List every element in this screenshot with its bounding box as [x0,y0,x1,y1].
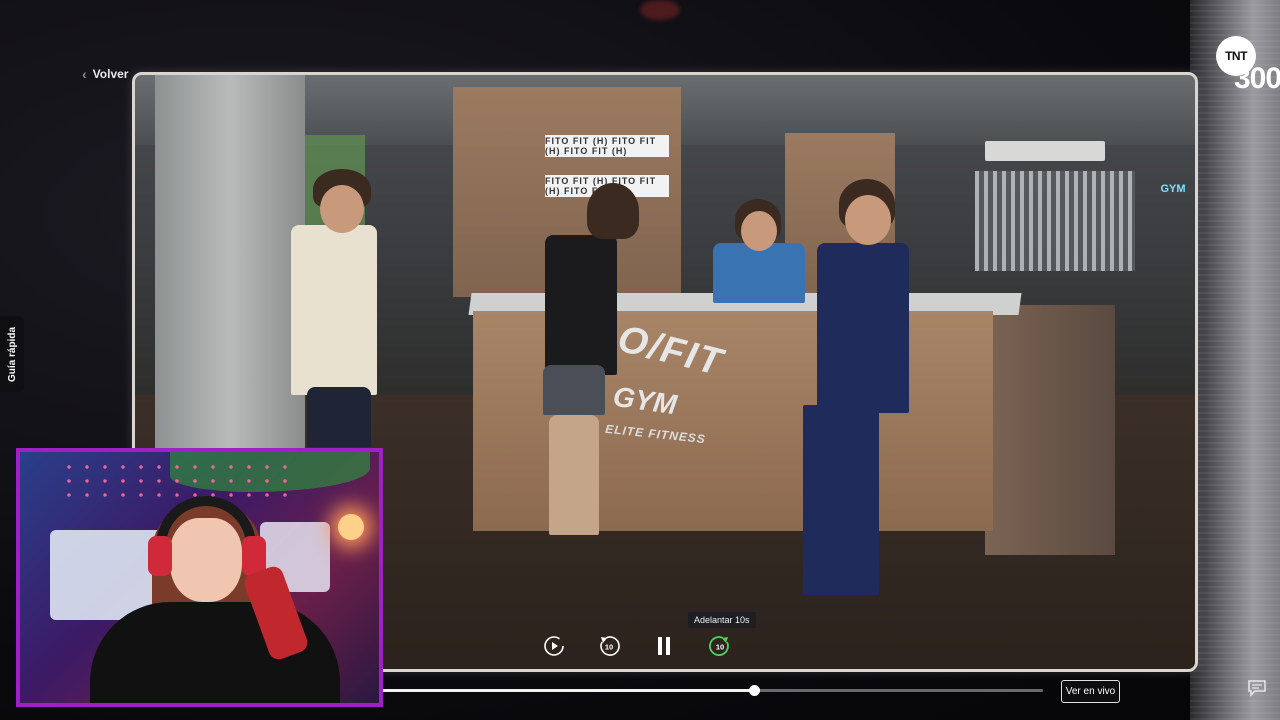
scene-sign: FITO FIT (H) FITO FIT (H) FITO FIT (H) [545,135,669,157]
channel-number: 300 [1234,62,1280,95]
scene-person-head [741,211,777,251]
scene-person [817,243,909,413]
rewind-seconds: 10 [605,643,613,652]
chat-icon[interactable] [1247,679,1267,697]
scene-person-head [845,195,891,245]
scene-person-head [320,185,364,233]
chevron-left-icon: ‹ [82,66,87,82]
scene-person [307,387,371,447]
scene-counter-side [985,305,1115,555]
restart-button[interactable] [540,632,568,660]
scene-person-hair [587,183,639,239]
forward-10-icon: 10 [709,636,729,656]
background-glow [640,0,680,20]
progress-bar[interactable] [320,685,1043,696]
forward-seconds: 10 [716,643,724,652]
pause-icon [658,637,670,655]
scene-person [543,365,605,415]
pause-button[interactable] [650,632,678,660]
headset-earcup [148,536,172,576]
scene-pillar [155,75,305,455]
rewind-10-icon: 10 [600,636,620,656]
watch-live-button[interactable]: Ver en vivo [1061,680,1120,703]
scene-person [291,225,377,395]
scene-air-conditioner [985,141,1105,161]
webcam-streamer-body [90,602,340,703]
forward-10-button[interactable]: 10 [706,632,734,660]
scene-person [803,405,879,595]
quick-guide-label: Guía rápida [6,326,18,382]
scene-person [713,243,805,303]
progress-knob[interactable] [748,685,760,696]
scene-person [549,415,599,535]
scene-blinds [975,171,1135,271]
back-label: Volver [92,67,129,81]
webcam-overlay [16,448,383,707]
scene-person [545,235,617,375]
webcam-string-lights [60,460,300,500]
forward-tooltip: Adelantar 10s [688,612,756,628]
scene-neon-sign: GYM [1160,183,1186,195]
progress-fill [320,689,754,692]
quick-guide-tab[interactable]: Guía rápida [0,316,24,392]
streaming-screen: ‹ Volver TNT 300 GYM FITO FIT (H) FITO F… [0,0,1280,720]
right-background-panel [1190,0,1280,720]
channel-logo: TNT 300 [1216,34,1280,98]
rewind-10-button[interactable]: 10 [595,632,623,660]
webcam-lamp [338,514,364,540]
back-link[interactable]: ‹ Volver [82,66,128,82]
restart-icon [544,636,564,656]
